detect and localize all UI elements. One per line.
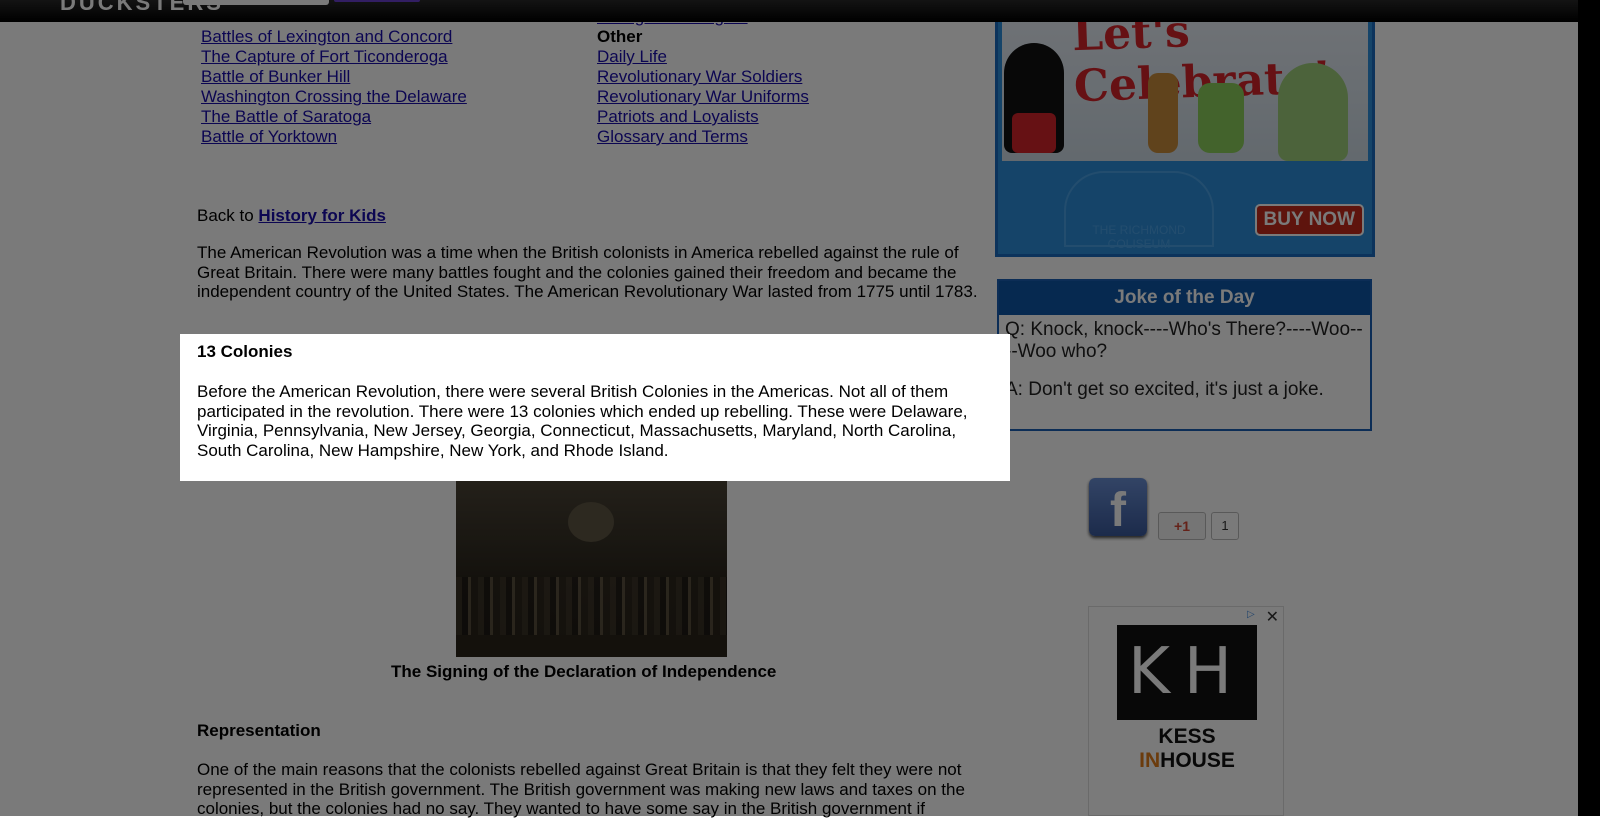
representation-heading: Representation [197,721,321,740]
nav-column-battles: Battles Battles of Lexington and Concord… [201,7,467,147]
kess-logo: KH [1117,625,1257,720]
joke-of-the-day-box: Joke of the Day Q: Knock, knock----Who's… [997,279,1372,431]
link-uniforms[interactable]: Revolutionary War Uniforms [597,87,809,107]
link-glossary[interactable]: Glossary and Terms [597,127,809,147]
nav-column-other: George Washington Other Daily Life Revol… [597,7,809,147]
close-icon[interactable]: ✕ [1266,607,1279,627]
mickey-figure [1004,43,1064,153]
link-daily-life[interactable]: Daily Life [597,47,809,67]
search-input[interactable] [183,0,329,5]
figure-caption: The Signing of the Declaration of Indepe… [391,662,777,681]
other-heading: Other [597,27,643,46]
link-yorktown[interactable]: Battle of Yorktown [201,127,467,147]
facebook-icon[interactable]: f [1089,478,1147,537]
highlighted-section: 13 Colonies Before the American Revoluti… [180,334,1010,481]
link-lexington-concord[interactable]: Battles of Lexington and Concord [201,27,467,47]
intro-paragraph: The American Revolution was a time when … [197,243,978,302]
colonies-paragraph: Before the American Revolution, there we… [197,382,968,460]
google-plus-count: 1 [1211,512,1239,540]
ad-banner-celebrate[interactable]: Let's Celebrate! THE RICHMOND COLISEUM B… [995,0,1375,257]
colonies-heading: 13 Colonies [197,342,293,361]
scrollbar[interactable] [1578,0,1600,816]
ad-venue: THE RICHMOND COLISEUM [1064,171,1214,251]
link-fort-ticonderoga[interactable]: The Capture of Fort Ticonderoga [201,47,467,67]
kess-name: KESS INHOUSE [1139,725,1235,772]
link-patriots-loyalists[interactable]: Patriots and Loyalists [597,107,809,127]
back-line: Back to History for Kids [197,206,990,226]
search-button[interactable] [334,0,420,2]
link-crossing-delaware[interactable]: Washington Crossing the Delaware [201,87,467,107]
adchoices-icon[interactable]: ▷ [1247,609,1261,623]
link-bunker-hill[interactable]: Battle of Bunker Hill [201,67,467,87]
google-plus-button[interactable]: +1 [1158,512,1206,540]
page-content: Battles Battles of Lexington and Concord… [0,0,1600,819]
representation-paragraph: One of the main reasons that the colonis… [197,760,965,819]
top-navigation-bar: DUCKSTERS [0,0,1600,22]
joke-title: Joke of the Day [999,281,1370,315]
buy-now-button[interactable]: BUY NOW [1254,204,1364,236]
joke-question: Q: Knock, knock----Who's There?----Woo--… [1005,319,1363,362]
link-saratoga[interactable]: The Battle of Saratoga [201,107,467,127]
history-for-kids-link[interactable]: History for Kids [258,206,386,225]
joke-answer: A: Don't get so excited, it's just a jok… [1005,379,1324,400]
ad-banner-kessinhouse[interactable]: ▷ ✕ KH KESS INHOUSE [1088,606,1284,816]
link-soldiers[interactable]: Revolutionary War Soldiers [597,67,809,87]
declaration-painting [456,480,727,657]
back-prefix: Back to [197,206,259,225]
